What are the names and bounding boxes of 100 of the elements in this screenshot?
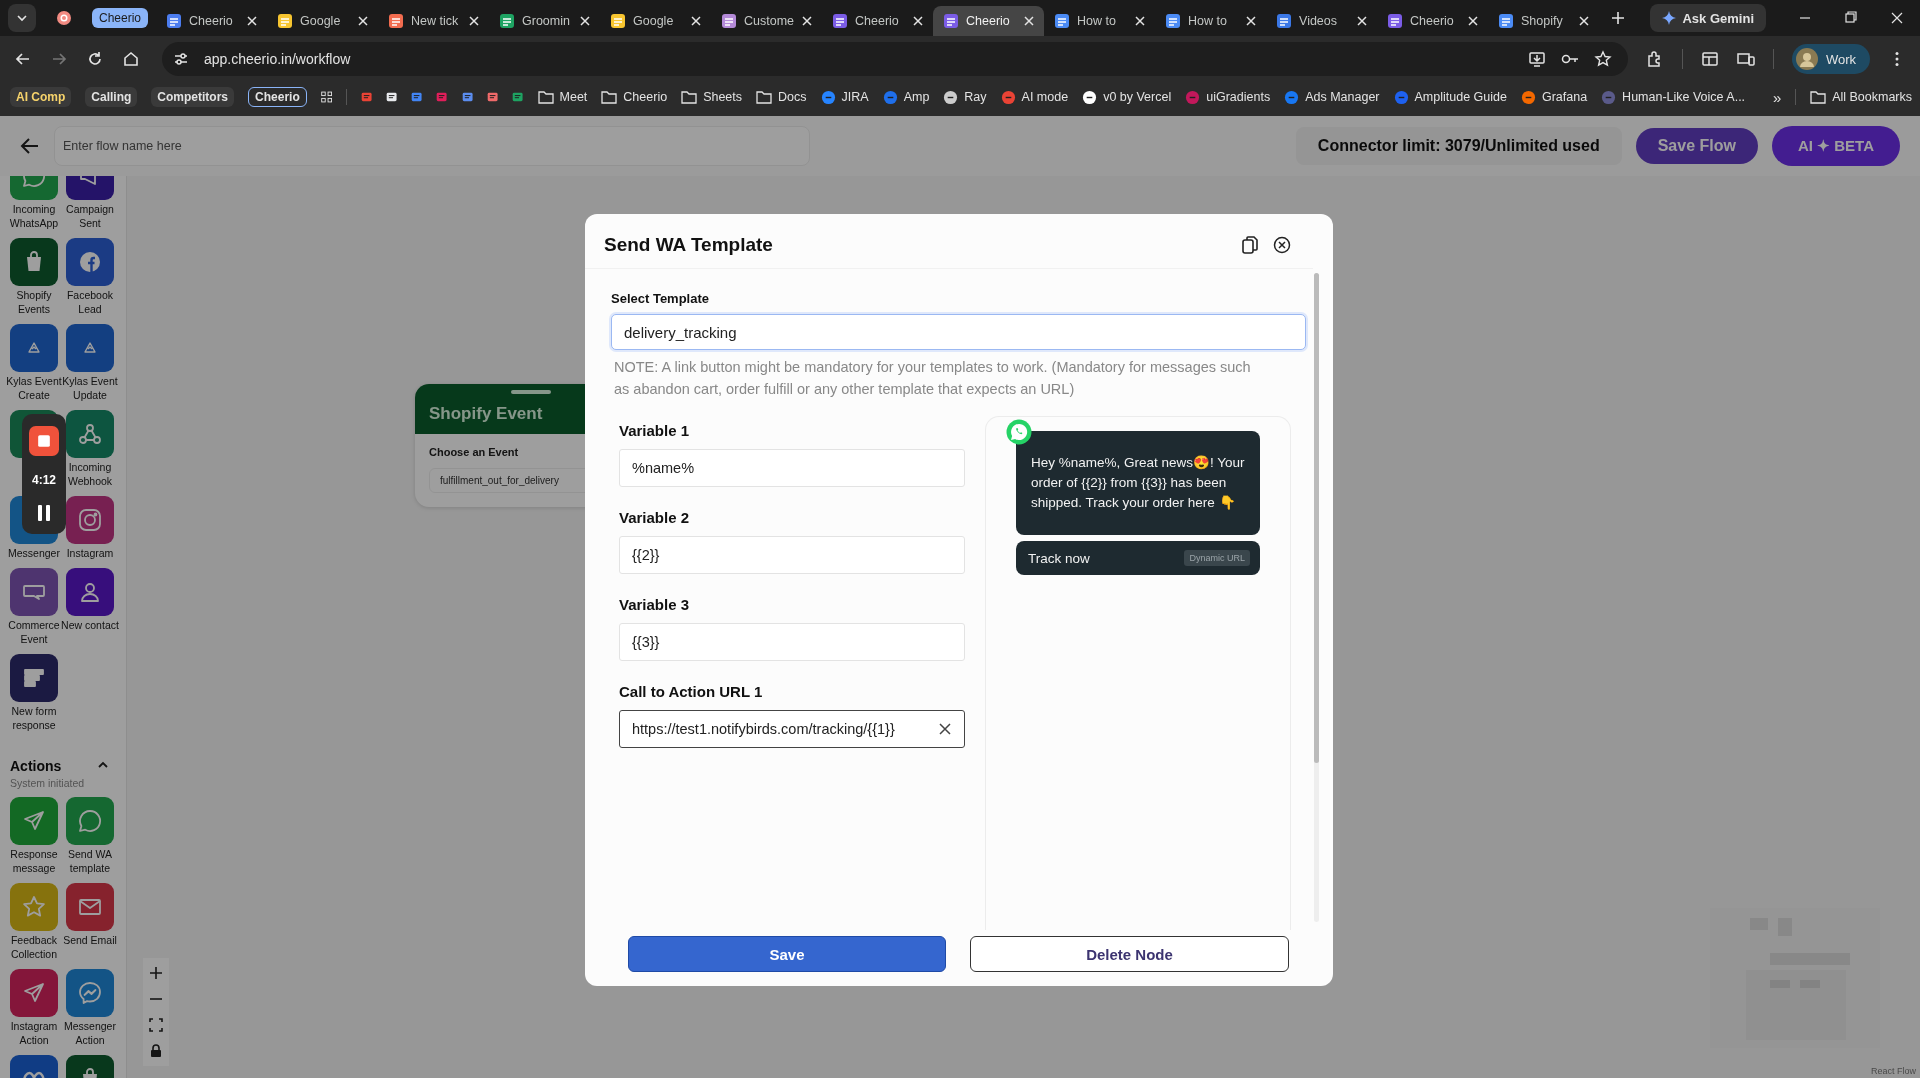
apps-grid-icon[interactable] bbox=[320, 89, 332, 105]
flow-name-field[interactable]: Enter flow name here bbox=[54, 126, 810, 166]
browser-tab[interactable]: New tick bbox=[378, 6, 490, 36]
clear-icon[interactable] bbox=[939, 723, 951, 735]
back-arrow-icon[interactable] bbox=[20, 137, 40, 155]
browser-tab[interactable]: Cheerio bbox=[1377, 6, 1489, 36]
folder-icon bbox=[601, 90, 618, 104]
bookmark-folder[interactable]: Sheets bbox=[681, 90, 743, 104]
url-field[interactable]: https://test1.notifybirds.com/tracking/{{1}} bbox=[619, 710, 965, 748]
close-icon[interactable] bbox=[1273, 236, 1291, 254]
variable-field[interactable]: {{2}} bbox=[619, 536, 965, 574]
browser-tab[interactable]: Google bbox=[267, 6, 379, 36]
bookmark-folder[interactable]: Cheerio bbox=[601, 90, 668, 104]
connector-limit-label: Connector limit: 3079/Unlimited used bbox=[1295, 127, 1622, 165]
browser-tab[interactable]: Google bbox=[600, 6, 712, 36]
node-label: Instagram Action bbox=[9, 1019, 59, 1047]
camera-icon[interactable] bbox=[66, 496, 114, 544]
reload-icon[interactable] bbox=[86, 50, 104, 68]
bookmark-link[interactable]: JIRA bbox=[820, 89, 869, 105]
node-label: Send Email bbox=[62, 933, 118, 947]
ask-gemini-button[interactable]: Ask Gemini bbox=[1650, 4, 1766, 32]
bookmark-folder[interactable]: All Bookmarks bbox=[1810, 90, 1913, 104]
node-label: Kylas Event Create bbox=[5, 374, 62, 402]
lock-icon[interactable] bbox=[149, 1044, 163, 1058]
node-label: New form response bbox=[10, 704, 58, 732]
speech-bubble-icon[interactable] bbox=[10, 568, 58, 616]
messenger-icon[interactable] bbox=[66, 969, 114, 1017]
browser-tab[interactable]: How to bbox=[1155, 6, 1267, 36]
browser-tab[interactable]: Videos bbox=[1266, 6, 1378, 36]
bookmark-star-icon[interactable] bbox=[1593, 50, 1612, 68]
install-icon[interactable] bbox=[1527, 50, 1546, 68]
delete-node-button[interactable]: Delete Node bbox=[970, 936, 1289, 972]
bookmark-link[interactable]: Grafana bbox=[1520, 89, 1588, 105]
form-icon[interactable] bbox=[10, 654, 58, 702]
ai-beta-button[interactable]: AI ✦ BETA bbox=[1771, 126, 1900, 166]
chat-phone-icon[interactable] bbox=[66, 797, 114, 845]
browser-tab[interactable]: Shopify bbox=[1488, 6, 1600, 36]
field-label: Select Template bbox=[611, 291, 711, 306]
folder-icon bbox=[756, 90, 773, 104]
new-tab-icon[interactable] bbox=[1611, 11, 1626, 25]
browser-tab[interactable]: Cheerio bbox=[822, 6, 934, 36]
bookmark-link[interactable]: Ray bbox=[943, 89, 987, 105]
tab-group-chip[interactable]: Calling bbox=[85, 87, 138, 107]
track-now-button[interactable]: Track now Dynamic URL bbox=[1016, 541, 1260, 575]
tab-group-chip[interactable]: Cheerio bbox=[92, 8, 149, 28]
field-label: Variable 2 bbox=[619, 509, 691, 526]
copy-icon[interactable] bbox=[1241, 235, 1259, 255]
bookmark-link[interactable]: Amplitude Guide bbox=[1393, 89, 1507, 105]
save-button[interactable]: Save bbox=[628, 936, 946, 972]
facebook-icon[interactable] bbox=[66, 238, 114, 286]
site-info-icon[interactable] bbox=[172, 50, 190, 68]
bookmark-link[interactable]: Amp bbox=[882, 89, 930, 105]
more-bookmarks-button[interactable]: » bbox=[1773, 88, 1782, 106]
profile-button[interactable]: Work bbox=[1791, 44, 1870, 74]
devices-icon[interactable] bbox=[1736, 50, 1755, 68]
dynamic-url-tag: Dynamic URL bbox=[1184, 550, 1250, 566]
node-label: Send WA template bbox=[67, 847, 113, 875]
pause-icon[interactable] bbox=[36, 503, 52, 522]
bookmark-folder[interactable]: Meet bbox=[537, 90, 588, 104]
node-label: Facebook Lead bbox=[65, 288, 115, 316]
node-label: Kylas Event Update bbox=[61, 374, 119, 402]
browser-tab[interactable]: Custome bbox=[711, 6, 823, 36]
tab-search-button[interactable] bbox=[8, 4, 36, 32]
bookmark-link[interactable]: Human-Like Voice A... bbox=[1601, 89, 1746, 105]
folder-icon bbox=[681, 90, 698, 104]
node-title: Shopify Event bbox=[429, 404, 543, 424]
bookmark-link[interactable]: AI mode bbox=[1000, 89, 1069, 105]
address-bar[interactable]: app.cheerio.in/workflow bbox=[162, 42, 1628, 76]
field-label: Call to Action URL 1 bbox=[619, 683, 764, 700]
bookmark-link[interactable]: Ads Manager bbox=[1284, 89, 1380, 105]
node-label: Shopify Events bbox=[15, 288, 53, 316]
zoom-in-icon[interactable] bbox=[149, 966, 163, 980]
save-flow-button[interactable]: Save Flow bbox=[1635, 128, 1758, 164]
stop-icon[interactable] bbox=[29, 426, 59, 457]
browser-tab[interactable]: Groomin bbox=[489, 6, 601, 36]
bookmark-link[interactable]: uiGradients bbox=[1185, 89, 1271, 105]
node-label: Messenger Action bbox=[63, 1019, 117, 1047]
home-icon[interactable] bbox=[122, 50, 140, 68]
bookmark-folder[interactable]: Docs bbox=[756, 90, 807, 104]
bookmark-link[interactable]: v0 by Vercel bbox=[1082, 89, 1172, 105]
node-label: Commerce Event bbox=[7, 618, 61, 646]
tab-group-chip[interactable]: AI Comp bbox=[10, 87, 72, 107]
recording-time: 4:12 bbox=[32, 473, 56, 487]
scrollbar-thumb[interactable] bbox=[1314, 273, 1319, 763]
paper-plane-icon[interactable] bbox=[10, 969, 58, 1017]
browser-tab[interactable]: How to bbox=[1044, 6, 1156, 36]
person-icon[interactable] bbox=[66, 568, 114, 616]
tab-group-chip[interactable]: Cheerio bbox=[248, 87, 307, 107]
template-select[interactable]: delivery_tracking bbox=[611, 314, 1306, 350]
browser-tab[interactable]: Cheerio bbox=[156, 6, 268, 36]
shopping-bag-icon[interactable] bbox=[10, 238, 58, 286]
browser-tab[interactable]: Cheerio bbox=[933, 6, 1045, 36]
mail-icon[interactable] bbox=[66, 883, 114, 931]
variable-field[interactable]: {{3}} bbox=[619, 623, 965, 661]
side-panel-icon[interactable] bbox=[1700, 50, 1719, 68]
webhook-icon[interactable] bbox=[66, 410, 114, 458]
fit-view-icon[interactable] bbox=[149, 1018, 163, 1032]
variable-field[interactable]: %name% bbox=[619, 449, 965, 487]
paper-plane-icon[interactable] bbox=[10, 797, 58, 845]
tab-group-chip[interactable]: Competitors bbox=[151, 87, 235, 107]
